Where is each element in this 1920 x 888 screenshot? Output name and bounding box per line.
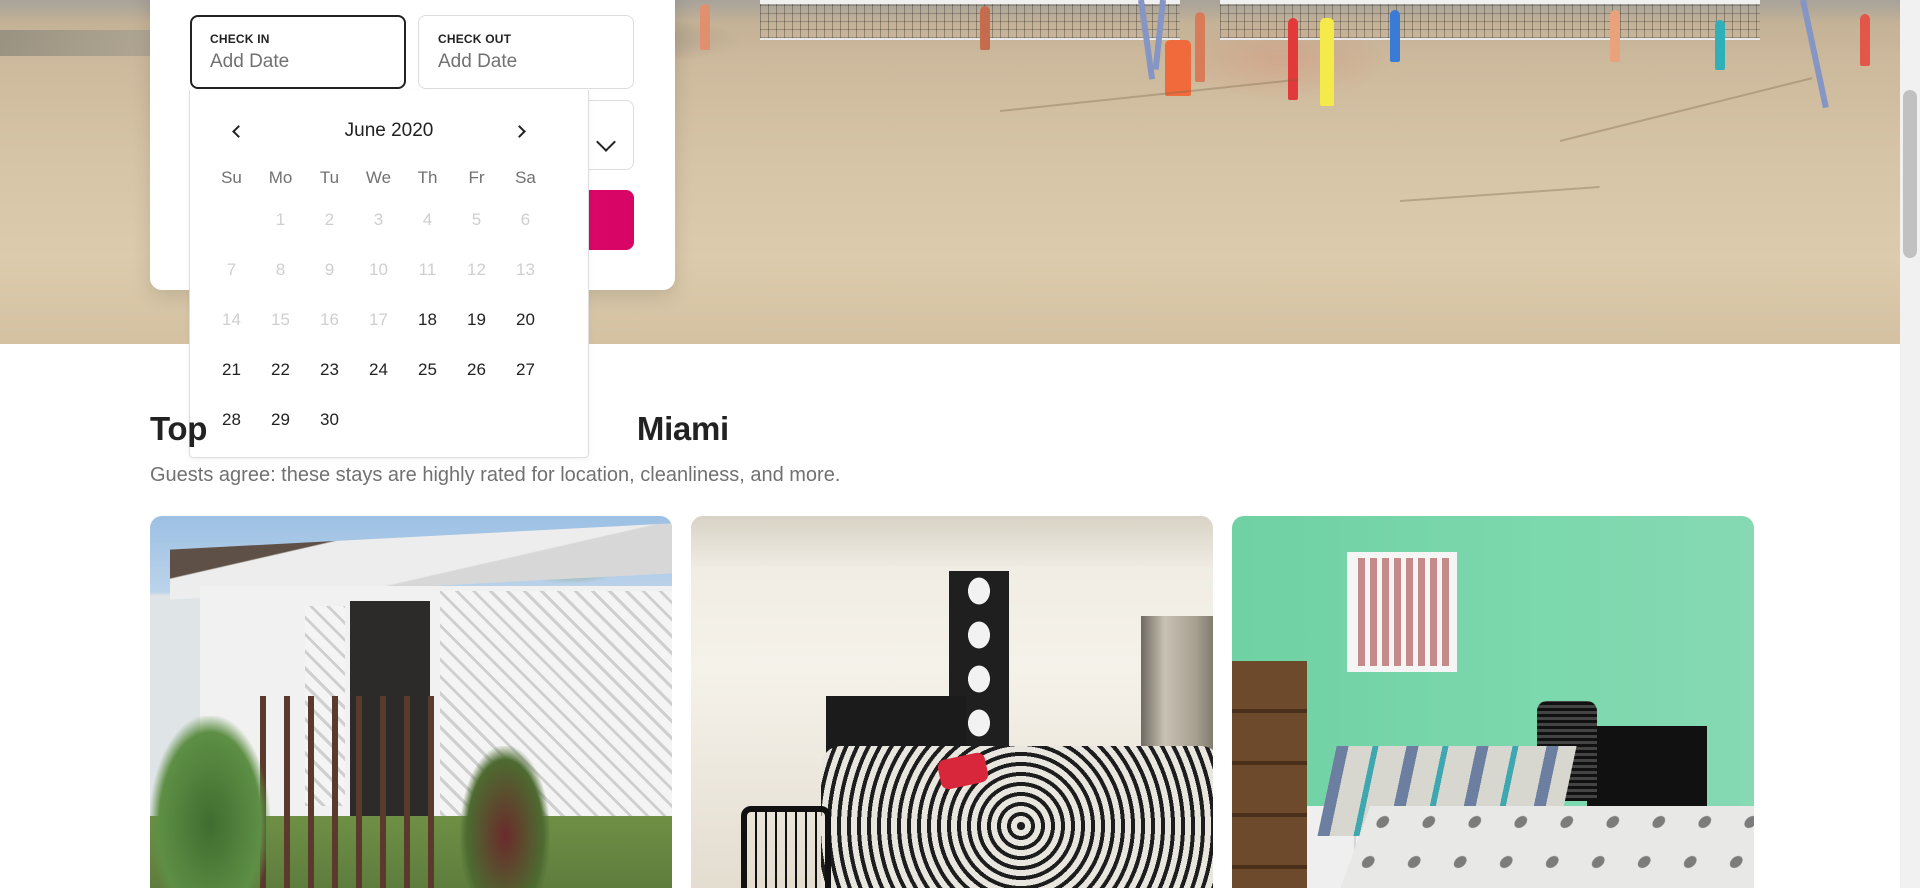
calendar-day-disabled: 17	[369, 310, 388, 329]
calendar-day[interactable]: 25	[403, 345, 452, 395]
calendar-day[interactable]: 21	[207, 345, 256, 395]
photo-chair	[741, 806, 831, 888]
calendar-day-disabled: 11	[418, 260, 437, 279]
calendar-day[interactable]: 19	[452, 295, 501, 345]
calendar-day-disabled: 8	[275, 260, 286, 279]
next-month-button[interactable]	[506, 118, 536, 144]
person	[1165, 40, 1191, 96]
person	[1390, 10, 1400, 62]
sand-track	[999, 78, 1299, 112]
section-title-start: Top	[150, 410, 208, 447]
check-in-label: CHECK IN	[210, 32, 270, 46]
calendar-day-disabled: 1	[275, 210, 286, 229]
weekday-header: Su Mo Tu We Th Fr Sa	[207, 168, 550, 188]
calendar-week: 7 8 9 10 11 12 13	[207, 245, 550, 295]
calendar-grid: 1 2 3 4 5 6 7 8 9 10 11 12 13 14 15 16 17 18 19 20 21 22 23 24 2…	[207, 195, 550, 445]
check-out-label: CHECK OUT	[438, 32, 512, 46]
check-out-value: Add Date	[438, 51, 518, 72]
calendar-day-disabled: 10	[369, 260, 388, 279]
person	[1860, 14, 1870, 66]
photo-bush	[460, 746, 550, 888]
volleyball-net	[1220, 0, 1760, 40]
calendar-day-disabled: 5	[471, 210, 482, 229]
sand-track	[1399, 186, 1600, 202]
volleyball-net	[760, 0, 1180, 40]
photo-window	[1347, 552, 1457, 672]
scrollbar-thumb[interactable]	[1903, 90, 1917, 258]
page-scrollbar[interactable]	[1900, 0, 1920, 888]
weekday-label: We	[365, 168, 392, 187]
person	[1715, 20, 1725, 70]
calendar-day-disabled: 16	[320, 310, 339, 329]
listing-photo[interactable]	[1232, 516, 1754, 888]
photo-bed	[821, 746, 1213, 888]
weekday-label: Mo	[268, 168, 293, 187]
weekday-label: Fr	[468, 168, 485, 187]
calendar-day-disabled: 3	[373, 210, 384, 229]
chevron-right-icon	[512, 124, 526, 138]
calendar-day[interactable]: 20	[501, 295, 550, 345]
person	[980, 6, 990, 50]
calendar-day-disabled: 6	[520, 210, 531, 229]
sand-track	[1559, 77, 1813, 142]
calendar-day-disabled: 2	[324, 210, 335, 229]
photo-ceiling	[691, 516, 1213, 566]
person	[700, 4, 710, 50]
calendar-day[interactable]: 26	[452, 345, 501, 395]
calendar-day[interactable]: 22	[256, 345, 305, 395]
section-subtitle: Guests agree: these stays are highly rat…	[150, 464, 841, 486]
listing-photo[interactable]	[691, 516, 1213, 888]
calendar-day-disabled: 12	[467, 260, 486, 279]
section-title: Top Miami	[150, 410, 729, 448]
photo-dresser	[1232, 661, 1307, 888]
listing-photo[interactable]	[150, 516, 672, 888]
photo-stairs	[260, 696, 440, 888]
chevron-down-icon	[596, 132, 616, 152]
calendar-day-disabled: 9	[324, 260, 335, 279]
calendar-day-disabled: 15	[271, 310, 290, 329]
weekday-label: Sa	[515, 168, 536, 187]
person	[1288, 18, 1298, 100]
previous-month-button[interactable]	[221, 118, 251, 144]
calendar-day-disabled: 13	[516, 260, 535, 279]
date-picker: June 2020 Su Mo Tu We Th Fr Sa 1 2 3 4 5 6 7 8 9 10 11 12…	[189, 90, 589, 458]
check-in-field[interactable]: CHECK IN Add Date	[190, 15, 406, 89]
person	[1320, 18, 1334, 106]
check-in-value: Add Date	[210, 51, 290, 72]
weekday-label: Th	[417, 168, 438, 187]
photo-bush	[150, 716, 270, 888]
calendar-week: 1 2 3 4 5 6	[207, 195, 550, 245]
calendar-empty-cell	[207, 195, 256, 245]
person	[1195, 12, 1205, 82]
calendar-day[interactable]: 27	[501, 345, 550, 395]
photo-bed	[1333, 806, 1754, 888]
person	[1610, 10, 1620, 62]
calendar-header: June 2020	[190, 118, 588, 144]
calendar-day-disabled: 4	[422, 210, 433, 229]
check-out-field[interactable]: CHECK OUT Add Date	[418, 15, 634, 89]
calendar-day[interactable]: 18	[403, 295, 452, 345]
section-title-end: Miami	[636, 410, 729, 447]
weekday-label: Tu	[319, 168, 340, 187]
weekday-label: Su	[221, 168, 242, 187]
calendar-week: 21 22 23 24 25 26 27	[207, 345, 550, 395]
chevron-left-icon	[231, 124, 245, 138]
calendar-day[interactable]: 23	[305, 345, 354, 395]
calendar-day-disabled: 14	[222, 310, 241, 329]
calendar-day-disabled: 7	[226, 260, 237, 279]
calendar-day[interactable]: 24	[354, 345, 403, 395]
calendar-week: 14 15 16 17 18 19 20	[207, 295, 550, 345]
